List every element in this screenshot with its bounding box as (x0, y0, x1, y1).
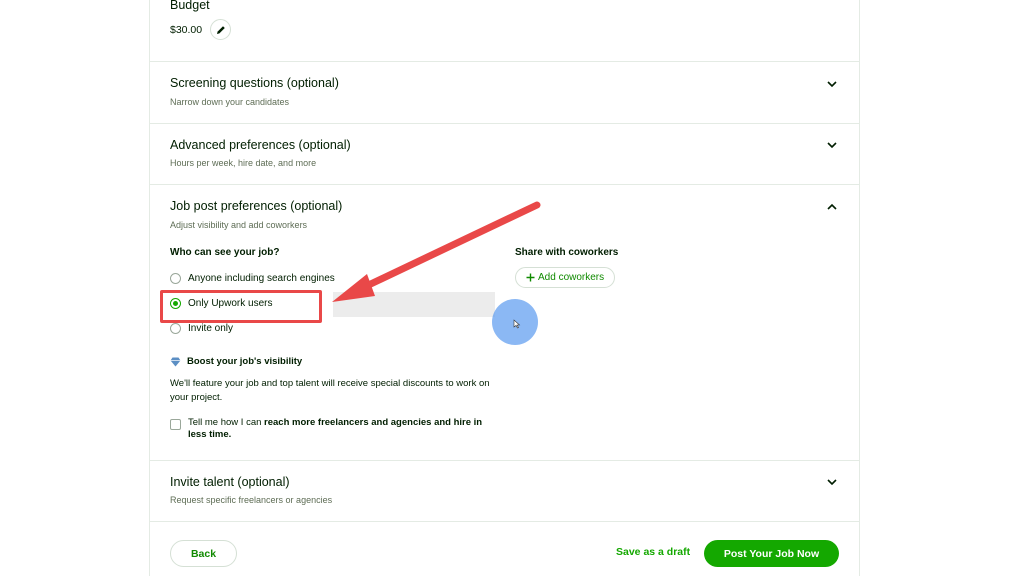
boost-description: We'll feature your job and top talent wi… (170, 378, 490, 403)
chevron-up-icon[interactable] (825, 200, 839, 214)
row-hover-highlight (333, 292, 495, 317)
radio-button[interactable] (170, 322, 181, 334)
invite-talent-section[interactable]: Invite talent (optional) Request specifi… (150, 461, 859, 522)
boost-checkbox-label: Tell me how I can reach more freelancers… (188, 417, 488, 441)
plus-icon (526, 273, 535, 282)
budget-value: $30.00 (170, 24, 203, 36)
boost-title: Boost your job's visibility (187, 356, 303, 367)
radio-button[interactable] (170, 272, 181, 284)
radio-label: Anyone including search engines (188, 272, 335, 284)
radio-label: Invite only (188, 322, 234, 334)
chevron-down-icon[interactable] (825, 475, 839, 489)
screening-subtitle: Narrow down your candidates (170, 97, 290, 107)
share-label: Share with coworkers (515, 247, 619, 258)
back-button[interactable]: Back (170, 540, 237, 567)
cursor-indicator (492, 299, 538, 345)
add-coworkers-button[interactable]: Add coworkers (515, 267, 616, 288)
save-draft-button[interactable]: Save as a draft (616, 546, 690, 558)
advanced-subtitle: Hours per week, hire date, and more (170, 158, 317, 168)
screening-section[interactable]: Screening questions (optional) Narrow do… (150, 62, 859, 124)
advanced-section[interactable]: Advanced preferences (optional) Hours pe… (150, 124, 859, 185)
budget-title: Budget (170, 0, 210, 12)
form-footer: Back Save as a draft Post Your Job Now (150, 522, 859, 576)
screening-title: Screening questions (optional) (170, 76, 339, 90)
invite-subtitle: Request specific freelancers or agencies (170, 495, 333, 505)
post-job-button[interactable]: Post Your Job Now (704, 540, 839, 567)
add-coworkers-label: Add coworkers (538, 272, 605, 283)
edit-budget-button[interactable] (210, 19, 231, 40)
chevron-down-icon[interactable] (825, 138, 839, 152)
boost-heading: Boost your job's visibility (170, 356, 302, 367)
chevron-down-icon[interactable] (825, 77, 839, 91)
job-post-title: Job post preferences (optional) (170, 199, 343, 213)
pointer-icon (513, 319, 521, 329)
job-post-form: Budget $30.00 Screening questions (optio… (149, 0, 860, 576)
boost-opt-in[interactable]: Tell me how I can reach more freelancers… (170, 417, 488, 441)
checkbox-text-prefix: Tell me how I can (188, 417, 265, 428)
visibility-label: Who can see your job? (170, 247, 280, 258)
annotation-highlight-box (160, 290, 322, 323)
boost-checkbox[interactable] (170, 419, 181, 430)
job-post-subtitle: Adjust visibility and add coworkers (170, 220, 308, 230)
pencil-icon (216, 25, 225, 34)
budget-section: Budget $30.00 (150, 0, 859, 62)
advanced-title: Advanced preferences (optional) (170, 138, 351, 152)
radio-anyone[interactable]: Anyone including search engines (170, 270, 335, 286)
diamond-icon (170, 357, 181, 366)
invite-title: Invite talent (optional) (170, 475, 290, 489)
